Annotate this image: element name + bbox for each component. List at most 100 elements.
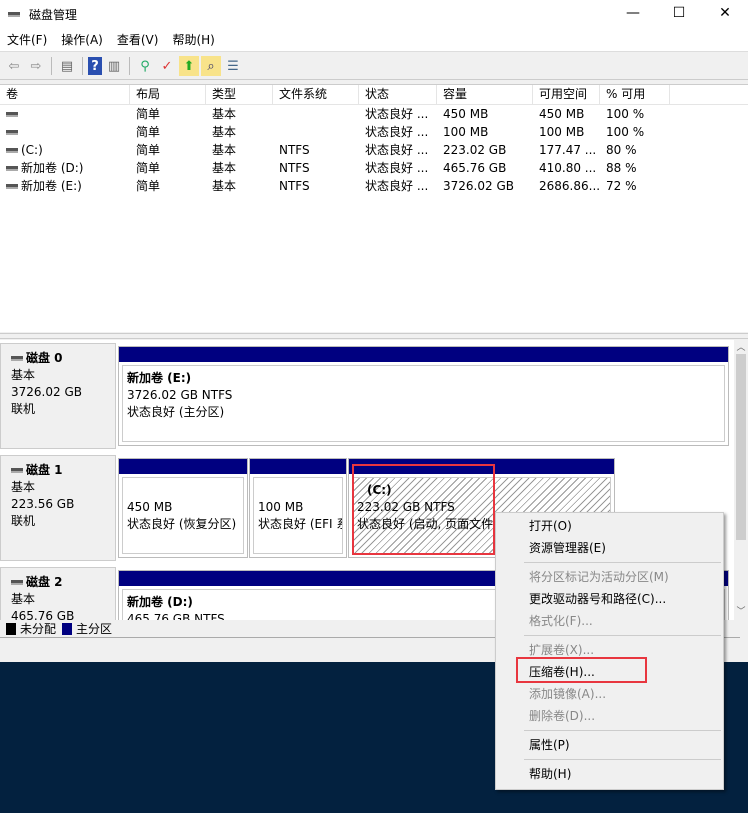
partition-size: 100 MB bbox=[258, 500, 304, 514]
scroll-up-icon[interactable]: ︿ bbox=[734, 340, 748, 354]
cell-volume bbox=[0, 105, 130, 123]
forward-icon[interactable]: ⇨ bbox=[26, 56, 46, 76]
minimize-button[interactable]: — bbox=[610, 0, 656, 28]
cell-volume bbox=[0, 123, 130, 141]
folder-up-icon[interactable]: ⬆ bbox=[179, 56, 199, 76]
scroll-thumb[interactable] bbox=[736, 354, 746, 540]
column-percent-free[interactable]: % 可用 bbox=[600, 85, 670, 104]
disk-icon bbox=[11, 356, 23, 361]
folder-search-icon[interactable]: ⌕ bbox=[201, 56, 221, 76]
partition-title: 新加卷 (D:) bbox=[127, 595, 193, 609]
menu-file[interactable]: 文件(F) bbox=[0, 28, 54, 51]
toolbar-separator bbox=[82, 57, 83, 75]
cell-volume: 新加卷 (E:) bbox=[0, 177, 130, 195]
cell-text: 100 % bbox=[606, 107, 645, 121]
cell-text: 177.47 ... bbox=[539, 143, 597, 157]
volume-row[interactable]: 简单 基本 状态良好 ... 450 MB 450 MB 100 % bbox=[0, 105, 748, 123]
checklist-icon[interactable]: ✓ bbox=[157, 56, 177, 76]
properties-icon[interactable]: ☰ bbox=[223, 56, 243, 76]
column-type[interactable]: 类型 bbox=[206, 85, 273, 104]
scroll-down-icon[interactable]: ﹀ bbox=[734, 604, 748, 618]
connect-icon[interactable]: ⚲ bbox=[135, 56, 155, 76]
cell-filesystem bbox=[273, 123, 359, 141]
partition-recovery[interactable]: 450 MB 状态良好 (恢复分区) bbox=[118, 458, 248, 558]
column-volume[interactable]: 卷 bbox=[0, 85, 130, 104]
column-capacity[interactable]: 容量 bbox=[437, 85, 533, 104]
menu-help[interactable]: 帮助(H) bbox=[165, 28, 221, 51]
disk-type: 基本 bbox=[11, 480, 36, 494]
menu-item-format: 格式化(F)... bbox=[529, 614, 593, 628]
cell-capacity: 223.02 GB bbox=[437, 141, 533, 159]
disk-name: 磁盘 1 bbox=[26, 463, 63, 477]
cell-text: 88 % bbox=[606, 161, 637, 175]
disk-type: 基本 bbox=[11, 592, 36, 606]
disk-map-scrollbar[interactable]: ︿ ﹀ bbox=[734, 340, 748, 620]
cell-text: 2686.86... bbox=[539, 179, 600, 193]
cell-text: 简单 bbox=[136, 179, 161, 193]
cell-capacity: 465.76 GB bbox=[437, 159, 533, 177]
cell-text: NTFS bbox=[279, 143, 310, 157]
cell-status: 状态良好 ... bbox=[359, 177, 437, 195]
volume-icon bbox=[6, 148, 18, 153]
partition-efi[interactable]: 100 MB 状态良好 (EFI 系 bbox=[249, 458, 347, 558]
menu-item-change-drive-letter[interactable]: 更改驱动器号和路径(C)... bbox=[496, 588, 723, 610]
cell-percent-free: 88 % bbox=[600, 159, 670, 177]
toolbar: ⇦ ⇨ ▤ ? ▥ ⚲ ✓ ⬆ ⌕ ☰ bbox=[0, 53, 748, 80]
cell-status: 状态良好 ... bbox=[359, 159, 437, 177]
cell-filesystem: NTFS bbox=[273, 141, 359, 159]
menu-item-explorer[interactable]: 资源管理器(E) bbox=[496, 537, 723, 559]
cell-text: 410.80 ... bbox=[539, 161, 597, 175]
context-menu: 打开(O) 资源管理器(E) 将分区标记为活动分区(M) 更改驱动器号和路径(C… bbox=[495, 512, 724, 790]
disk-icon bbox=[11, 468, 23, 473]
title-bar: 磁盘管理 — ☐ ✕ bbox=[0, 0, 748, 28]
action-pane-icon[interactable]: ▥ bbox=[104, 56, 124, 76]
menu-action[interactable]: 操作(A) bbox=[54, 28, 110, 51]
disk-status: 联机 bbox=[11, 514, 36, 528]
menu-item-help[interactable]: 帮助(H) bbox=[496, 763, 723, 785]
cell-text: (C:) bbox=[21, 143, 43, 157]
partition-status: 状态良好 (主分区) bbox=[127, 405, 225, 419]
menu-item-mark-active: 将分区标记为活动分区(M) bbox=[529, 570, 669, 584]
close-button[interactable]: ✕ bbox=[702, 0, 748, 28]
show-hide-pane-icon[interactable]: ▤ bbox=[57, 56, 77, 76]
disk-2-label[interactable]: 磁盘 2 基本 465.76 GB bbox=[0, 567, 116, 620]
cell-text: 100 MB bbox=[539, 125, 585, 139]
cell-layout: 简单 bbox=[130, 105, 206, 123]
highlight-shrink-volume bbox=[516, 657, 647, 683]
cell-text: 72 % bbox=[606, 179, 637, 193]
legend-primary: 主分区 bbox=[76, 622, 113, 636]
volume-row[interactable]: (C:) 简单 基本 NTFS 状态良好 ... 223.02 GB 177.47 ... 8… bbox=[0, 141, 748, 159]
disk-status: 联机 bbox=[11, 402, 36, 416]
cell-type: 基本 bbox=[206, 123, 273, 141]
column-filesystem[interactable]: 文件系统 bbox=[273, 85, 359, 104]
column-status[interactable]: 状态 bbox=[359, 85, 437, 104]
disk-1-label[interactable]: 磁盘 1 基本 223.56 GB 联机 bbox=[0, 455, 116, 561]
menu-item-open[interactable]: 打开(O) bbox=[496, 515, 723, 537]
menu-view[interactable]: 查看(V) bbox=[110, 28, 166, 51]
cell-text: 状态良好 ... bbox=[365, 161, 429, 175]
cell-layout: 简单 bbox=[130, 177, 206, 195]
volume-row[interactable]: 简单 基本 状态良好 ... 100 MB 100 MB 100 % bbox=[0, 123, 748, 141]
cell-text: 100 % bbox=[606, 125, 645, 139]
cell-text: 基本 bbox=[212, 143, 237, 157]
cell-type: 基本 bbox=[206, 159, 273, 177]
disk-0-label[interactable]: 磁盘 0 基本 3726.02 GB 联机 bbox=[0, 343, 116, 449]
column-free-space[interactable]: 可用空间 bbox=[533, 85, 600, 104]
cell-text: 基本 bbox=[212, 107, 237, 121]
pane-splitter[interactable] bbox=[0, 333, 748, 339]
cell-type: 基本 bbox=[206, 177, 273, 195]
volume-row[interactable]: 新加卷 (D:) 简单 基本 NTFS 状态良好 ... 465.76 GB 410.80 … bbox=[0, 159, 748, 177]
column-layout[interactable]: 布局 bbox=[130, 85, 206, 104]
partition-e[interactable]: 新加卷 (E:) 3726.02 GB NTFS 状态良好 (主分区) bbox=[118, 346, 729, 446]
cell-layout: 简单 bbox=[130, 141, 206, 159]
menu-item-properties[interactable]: 属性(P) bbox=[496, 734, 723, 756]
partition-status: 状态良好 (EFI 系 bbox=[258, 517, 343, 531]
menu-bar: 文件(F) 操作(A) 查看(V) 帮助(H) bbox=[0, 28, 748, 52]
maximize-button[interactable]: ☐ bbox=[656, 0, 702, 28]
back-icon[interactable]: ⇦ bbox=[4, 56, 24, 76]
help-icon[interactable]: ? bbox=[88, 57, 102, 75]
volume-row[interactable]: 新加卷 (E:) 简单 基本 NTFS 状态良好 ... 3726.02 GB 2686.8… bbox=[0, 177, 748, 195]
cell-text: 3726.02 GB bbox=[443, 179, 514, 193]
primary-partition-swatch bbox=[62, 622, 73, 635]
menu-item-add-mirror: 添加镜像(A)... bbox=[529, 687, 607, 701]
